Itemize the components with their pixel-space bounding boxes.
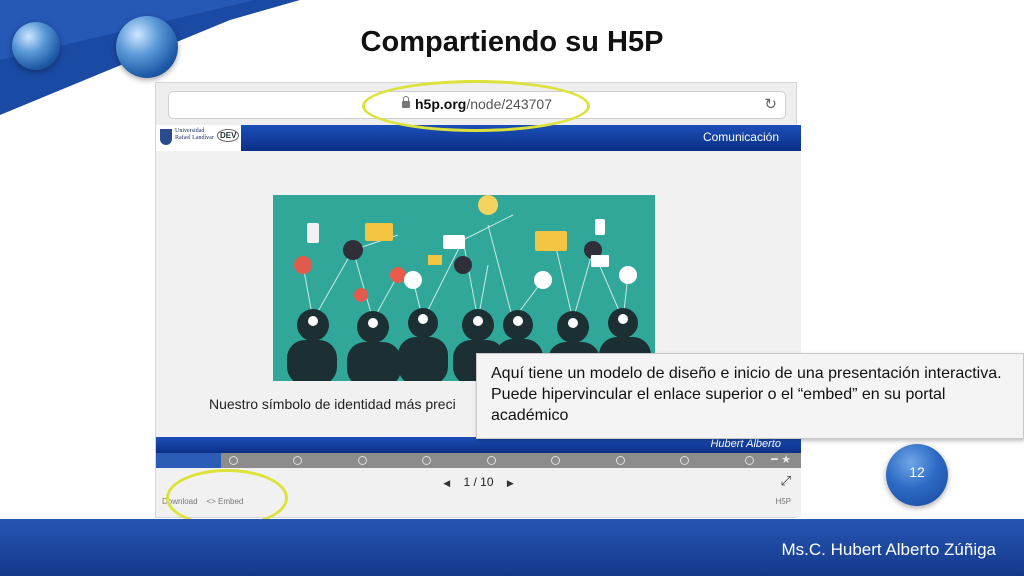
bottom-band: Ms.C. Hubert Alberto Zúñiga <box>0 519 1024 576</box>
browser-window: h5p.org/node/243707 ↻ Universidad Rafael… <box>155 82 801 518</box>
progress-dot[interactable] <box>293 456 303 465</box>
slide-progress-bar[interactable]: ━ ★ <box>156 453 801 468</box>
author-bar: Hubert Alberto <box>156 437 801 453</box>
slide-header-title: Comunicación <box>702 130 779 144</box>
progress-dot[interactable] <box>680 456 690 465</box>
progress-dot[interactable] <box>486 456 496 465</box>
progress-dot[interactable] <box>615 456 625 465</box>
prev-slide-icon[interactable]: ◀ <box>433 478 460 488</box>
reload-icon[interactable]: ↻ <box>764 95 777 113</box>
page-number: 12 <box>909 464 925 480</box>
progress-dot[interactable] <box>357 456 367 465</box>
pager-separator: / <box>473 475 477 489</box>
url-highlight-ellipse <box>362 80 590 132</box>
page-number-bubble: 12 <box>886 444 948 506</box>
progress-dot[interactable] <box>551 456 561 465</box>
progress-dot[interactable] <box>422 456 432 465</box>
progress-fill <box>156 453 221 468</box>
progress-dot[interactable] <box>228 456 238 465</box>
slide-author: Ms.C. Hubert Alberto Zúñiga <box>781 540 996 559</box>
crest-icon <box>160 129 172 145</box>
star-icon[interactable]: ━ ★ <box>771 453 791 466</box>
progress-dot[interactable] <box>744 456 754 465</box>
next-slide-icon[interactable]: ▶ <box>497 478 524 488</box>
university-name: Universidad Rafael Landívar <box>175 128 214 141</box>
info-callout: Aquí tiene un modelo de diseño e inicio … <box>476 353 1024 439</box>
slide-caption: Nuestro símbolo de identidad más preci <box>209 396 456 412</box>
fullscreen-icon[interactable]: ⤢ <box>781 474 791 489</box>
dev-logo: DEV <box>217 129 240 142</box>
slide-title: Compartiendo su H5P <box>360 26 664 58</box>
h5p-presentation: Universidad Rafael Landívar DEV Comunica… <box>156 125 801 517</box>
author-bar-text: Hubert Alberto <box>710 438 781 450</box>
current-slide: 1 <box>463 475 471 489</box>
total-slides: 10 <box>480 475 494 489</box>
h5p-mark[interactable]: H5P <box>775 497 791 506</box>
callout-text: Aquí tiene un modelo de diseño e inicio … <box>491 365 1002 424</box>
university-logo: Universidad Rafael Landívar DEV <box>156 125 242 151</box>
